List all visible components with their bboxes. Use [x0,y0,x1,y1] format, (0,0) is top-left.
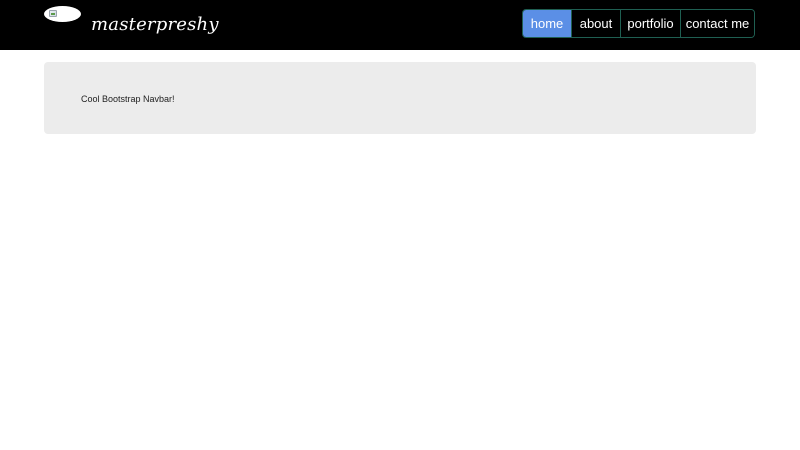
nav-links: home about portfolio contact me [522,9,755,38]
nav-link-about[interactable]: about [571,10,620,37]
nav-link-home[interactable]: home [523,10,571,37]
jumbotron: Cool Bootstrap Navbar! [44,62,756,134]
broken-image-icon [49,10,57,17]
nav-link-contact[interactable]: contact me [680,10,754,37]
nav-link-portfolio[interactable]: portfolio [620,10,680,37]
jumbotron-text: Cool Bootstrap Navbar! [81,94,175,104]
logo-image[interactable] [44,6,81,22]
brand-title[interactable]: masterpreshy [91,13,219,37]
navbar: masterpreshy home about portfolio contac… [0,0,800,50]
